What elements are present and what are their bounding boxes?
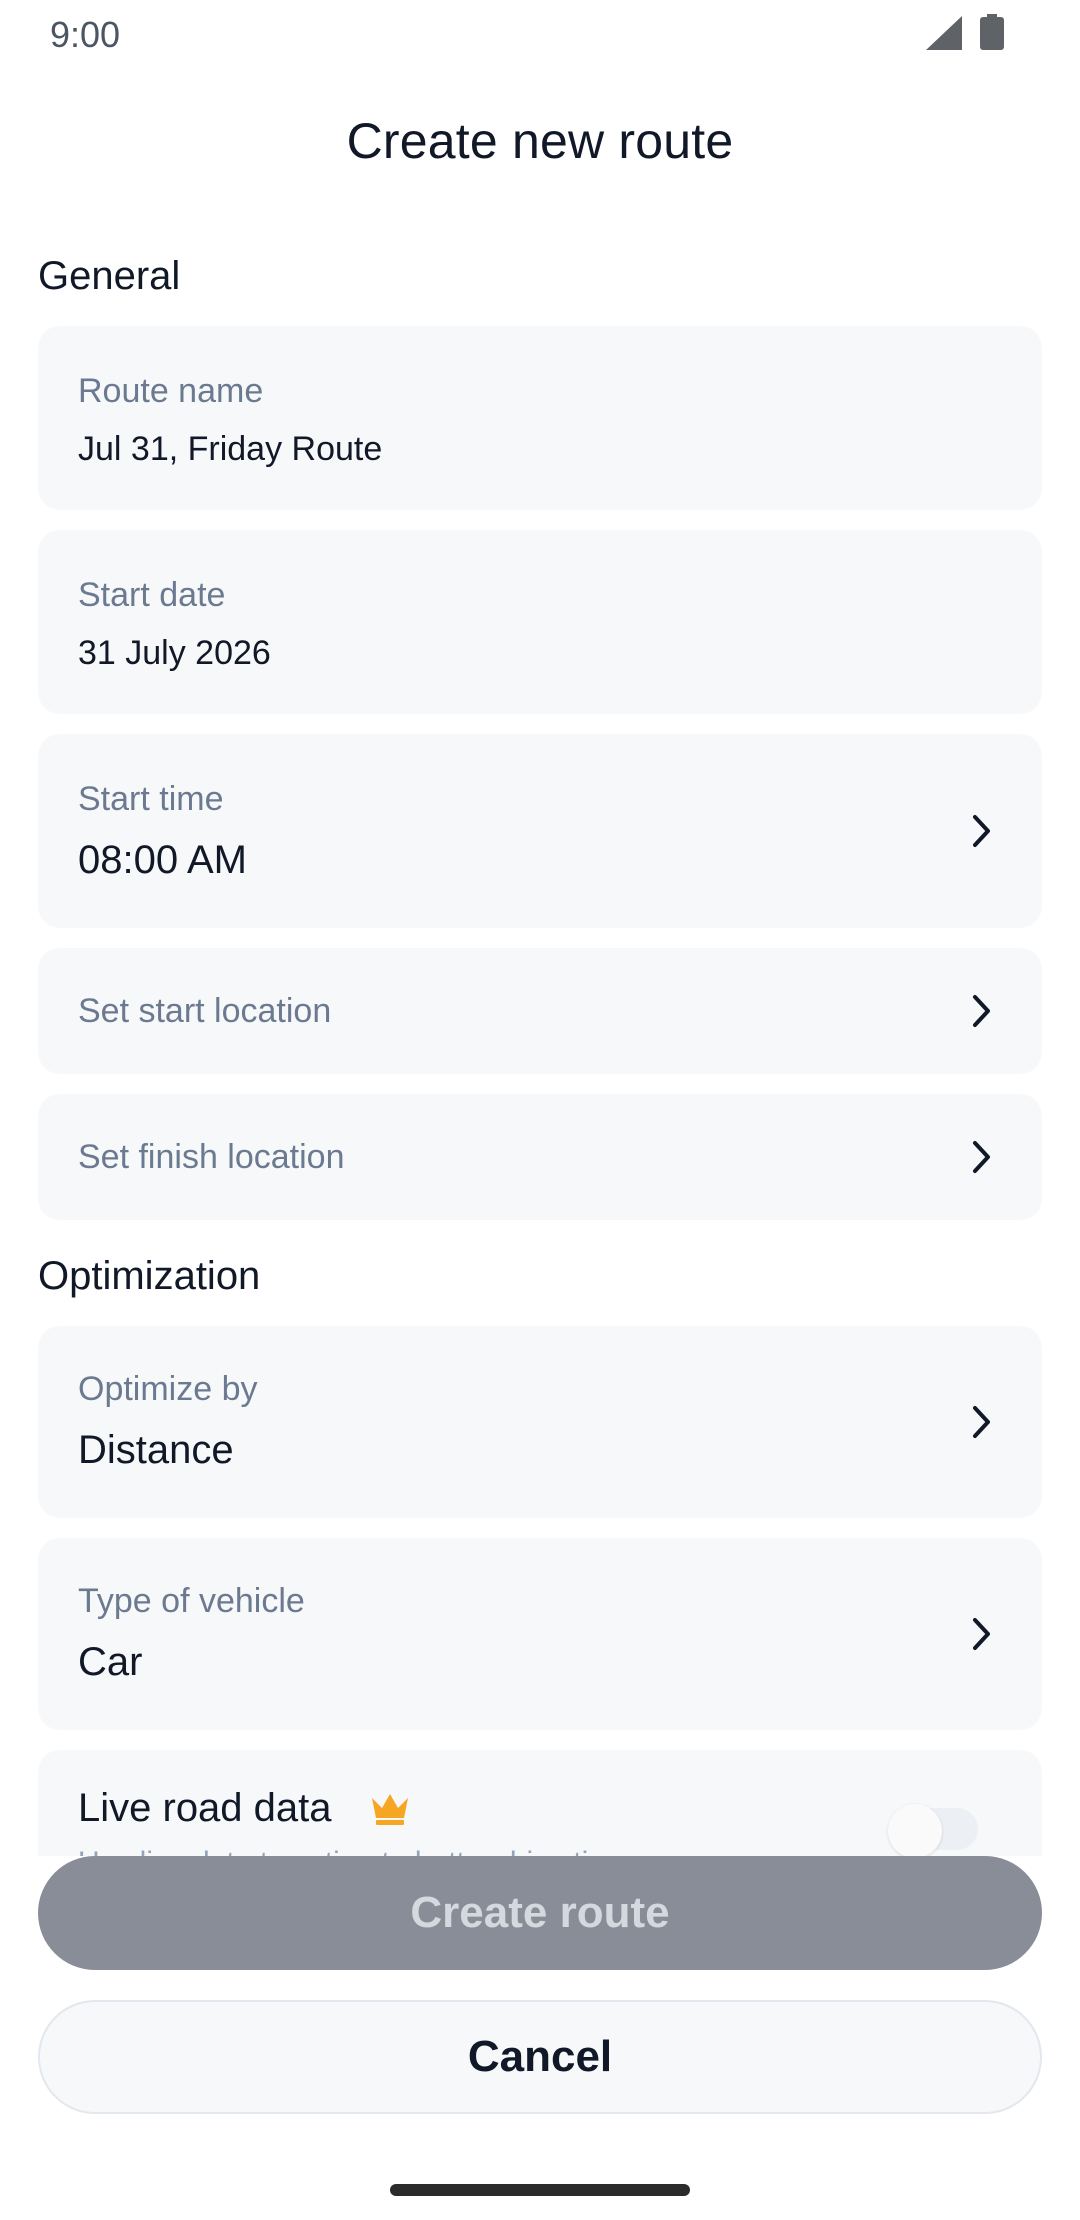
home-indicator[interactable] bbox=[390, 2184, 690, 2196]
chevron-right-icon bbox=[973, 1406, 990, 1438]
status-bar: 9:00 bbox=[0, 0, 1080, 68]
battery-icon bbox=[980, 14, 1004, 50]
vehicle-type-field[interactable]: Type of vehicle Car bbox=[38, 1538, 1042, 1730]
optimize-by-field[interactable]: Optimize by Distance bbox=[38, 1326, 1042, 1518]
status-time: 9:00 bbox=[50, 14, 121, 55]
live-road-data-toggle[interactable] bbox=[888, 1804, 978, 1858]
chevron-right-icon bbox=[973, 995, 990, 1027]
vehicle-type-value: Car bbox=[78, 1640, 143, 1684]
start-time-field[interactable]: Start time 08:00 AM bbox=[38, 734, 1042, 928]
start-date-label: Start date bbox=[78, 576, 226, 614]
route-name-field[interactable]: Route name Jul 31, Friday Route bbox=[38, 326, 1042, 510]
start-time-label: Start time bbox=[78, 780, 224, 818]
start-date-field[interactable]: Start date 31 July 2026 bbox=[38, 530, 1042, 714]
chevron-right-icon bbox=[973, 1618, 990, 1650]
live-road-data-label: Live road data bbox=[78, 1786, 332, 1830]
finish-location-field[interactable]: Set finish location bbox=[38, 1094, 1042, 1220]
optimize-by-label: Optimize by bbox=[78, 1370, 258, 1408]
create-route-screen: 9:00 Create new route General Route name… bbox=[0, 0, 1080, 2220]
toggle-knob bbox=[888, 1804, 942, 1858]
cellular-signal-icon bbox=[926, 16, 962, 50]
section-title-general: General bbox=[38, 254, 181, 298]
vehicle-type-label: Type of vehicle bbox=[78, 1582, 305, 1620]
create-route-button[interactable]: Create route bbox=[38, 1856, 1042, 1970]
chevron-right-icon bbox=[973, 1141, 990, 1173]
crown-icon bbox=[372, 1794, 408, 1825]
start-date-value: 31 July 2026 bbox=[78, 634, 271, 672]
section-title-optimization: Optimization bbox=[38, 1254, 261, 1298]
page-title: Create new route bbox=[346, 113, 734, 169]
bottom-action-area: Create route Cancel bbox=[0, 1856, 1080, 2220]
optimize-by-value: Distance bbox=[78, 1428, 234, 1472]
route-name-value: Jul 31, Friday Route bbox=[78, 430, 383, 468]
start-location-placeholder: Set start location bbox=[78, 992, 332, 1030]
chevron-right-icon bbox=[973, 815, 990, 847]
route-name-label: Route name bbox=[78, 372, 264, 410]
cancel-button[interactable]: Cancel bbox=[38, 2000, 1042, 2114]
start-location-field[interactable]: Set start location bbox=[38, 948, 1042, 1074]
finish-location-placeholder: Set finish location bbox=[78, 1138, 345, 1176]
start-time-value: 08:00 AM bbox=[78, 838, 248, 882]
